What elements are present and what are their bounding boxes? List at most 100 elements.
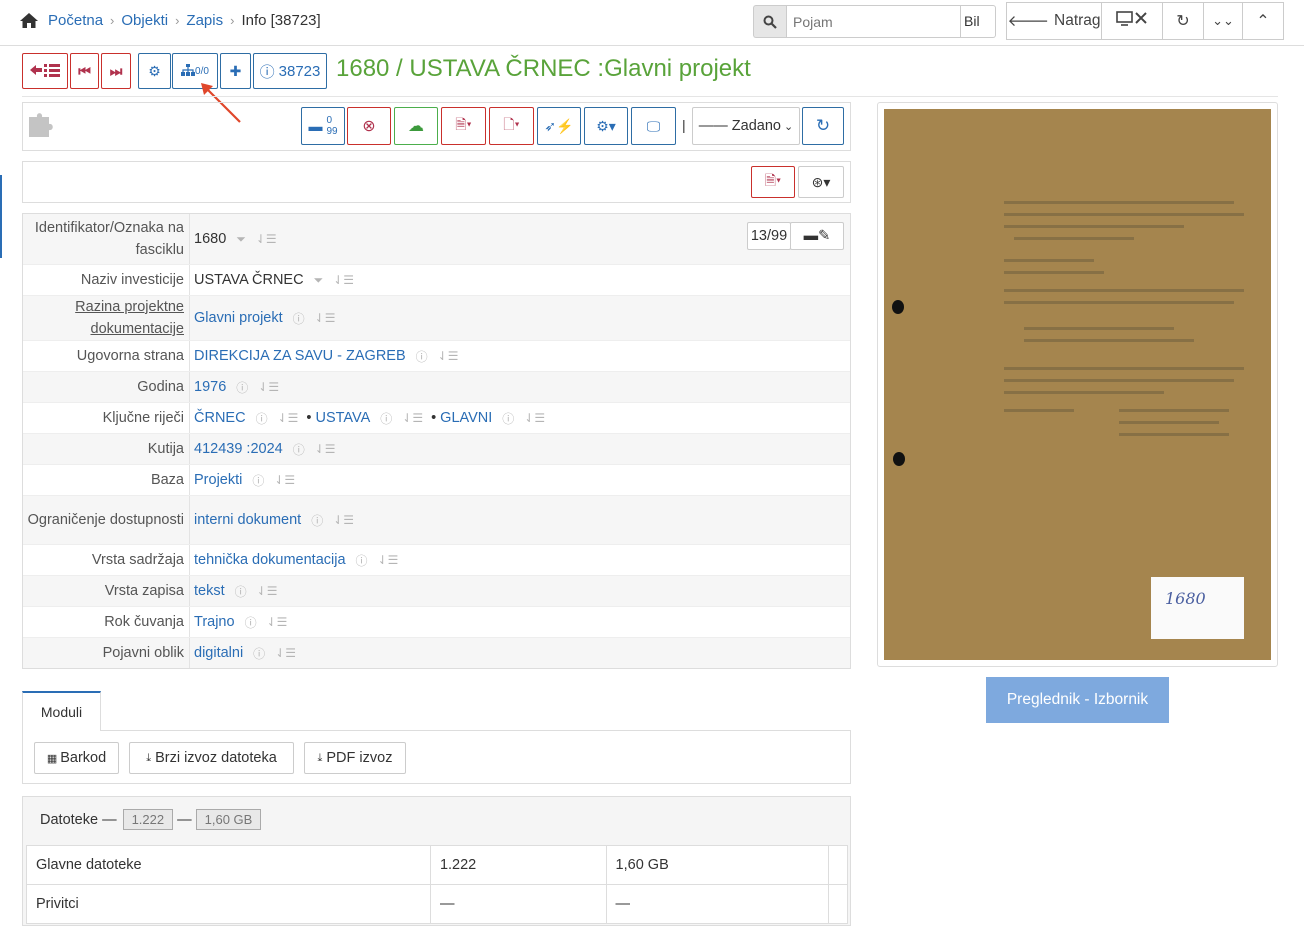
search-scope-select[interactable]: Bil — [961, 5, 996, 38]
rocket-button[interactable]: ➶⚡ — [537, 107, 581, 145]
reload-button[interactable]: ↻ — [802, 107, 844, 145]
field-value-cell: Glavni projekt ⓘ ⇃☰ — [189, 296, 850, 340]
info-icon[interactable]: ⓘ — [245, 614, 257, 631]
field-value: 1680 — [194, 231, 227, 247]
sort-icon[interactable]: ⇃☰ — [378, 553, 399, 567]
field-value[interactable]: digitalni — [194, 645, 243, 661]
fullscreen-button[interactable] — [1101, 2, 1163, 40]
back-button[interactable]: 🡐 Natrag — [1006, 2, 1102, 40]
field-value-cell: ČRNEC ⓘ ⇃☰ • USTAVA ⓘ ⇃☰ • GLAVNI ⓘ ⇃☰ — [189, 403, 850, 433]
breadcrumb-objekti[interactable]: Objekti — [121, 12, 168, 29]
keyword-value[interactable]: GLAVNI — [440, 410, 492, 426]
sort-icon[interactable]: ⇃☰ — [524, 411, 545, 425]
home-icon[interactable] — [19, 12, 39, 29]
quick-export-label: Brzi izvoz datoteka — [155, 750, 277, 766]
sort-icon[interactable]: ⇃☰ — [315, 442, 336, 456]
breadcrumb-zapis[interactable]: Zapis — [186, 12, 223, 29]
viewer-menu-button[interactable]: Preglednik - Izbornik — [986, 677, 1169, 723]
pdf-export-button[interactable]: ⤓ PDF izvoz — [304, 742, 406, 774]
field-value[interactable]: tekst — [194, 583, 225, 599]
field-value[interactable]: 412439 :2024 — [194, 441, 283, 457]
info-icon[interactable]: ⓘ — [236, 379, 248, 396]
info-icon[interactable]: ⓘ — [252, 472, 264, 489]
info-icon[interactable]: ⓘ — [293, 441, 305, 458]
field-value[interactable]: Projekti — [194, 472, 242, 488]
keyword-value[interactable]: USTAVA — [315, 410, 370, 426]
sort-icon[interactable]: ⇃☰ — [275, 646, 296, 660]
back-to-list-button[interactable] — [22, 53, 68, 89]
sort-icon[interactable]: ⇃☰ — [333, 273, 354, 287]
info-icon[interactable]: ⓘ — [253, 645, 265, 662]
document-dropdown-button[interactable]: 🗎▾ — [751, 166, 795, 198]
field-row: Ograničenje dostupnosti interni dokument… — [23, 495, 850, 544]
info-icon[interactable]: ⓘ — [311, 512, 323, 529]
report-dropdown-button[interactable]: 🗎▾ — [441, 107, 486, 145]
display-button[interactable]: 🖵 — [631, 107, 676, 145]
view-select-value: —— Zadano — [698, 118, 781, 134]
filter-icon[interactable]: ⏷ — [236, 232, 246, 247]
info-icon[interactable]: ⓘ — [256, 410, 268, 427]
filter-icon[interactable]: ⏷ — [314, 273, 324, 288]
sort-icon[interactable]: ⇃☰ — [258, 380, 279, 394]
fascicle-badge[interactable]: 13/99 — [747, 222, 791, 250]
pdf-export-label: PDF izvoz — [326, 750, 393, 766]
sort-icon[interactable]: ⇃☰ — [438, 349, 459, 363]
field-value[interactable]: tehnička dokumentacija — [194, 552, 346, 568]
info-icon[interactable]: ⓘ — [416, 348, 428, 365]
aperture-dropdown-button[interactable]: ⊛▾ — [798, 166, 844, 198]
field-value[interactable]: Glavni projekt — [194, 310, 283, 326]
info-icon[interactable]: ⓘ — [356, 552, 368, 569]
sort-icon[interactable]: ⇃☰ — [402, 411, 423, 425]
field-value[interactable]: interni dokument — [194, 512, 301, 528]
archive-count-top: 0 — [326, 115, 332, 126]
scan-text-line — [1024, 339, 1194, 342]
delete-button[interactable]: ⊗ — [347, 107, 391, 145]
field-row: Ugovorna strana DIREKCIJA ZA SAVU - ZAGR… — [23, 340, 850, 371]
sort-icon[interactable]: ⇃☰ — [278, 411, 299, 425]
info-icon[interactable]: ⓘ — [380, 410, 392, 427]
field-value[interactable]: Trajno — [194, 614, 235, 630]
files-label: Datoteke — — [40, 811, 117, 828]
collapse-down-button[interactable]: ⌄⌄ — [1203, 2, 1243, 40]
field-label: Rok čuvanja — [104, 614, 184, 630]
archive-button[interactable]: ▬ 0 99 — [301, 107, 345, 145]
quick-export-button[interactable]: ⤓ Brzi izvoz datoteka — [129, 742, 294, 774]
scanned-page-image[interactable]: 1680 — [884, 109, 1271, 660]
archive-edit-button[interactable]: ▬✎ — [790, 222, 844, 250]
archive-count-bottom: 99 — [326, 126, 338, 137]
gears-icon: ⚙▾ — [596, 117, 616, 134]
scan-text-line — [1024, 327, 1174, 330]
info-icon[interactable]: ⓘ — [235, 583, 247, 600]
scroll-top-button[interactable]: ⌃ — [1242, 2, 1284, 40]
top-bar: Početna › Objekti › Zapis › Info [38723]… — [0, 0, 1304, 46]
info-icon[interactable]: ⓘ — [502, 410, 514, 427]
sort-icon[interactable]: ⇃☰ — [315, 311, 336, 325]
breadcrumb-pocetna[interactable]: Početna — [48, 12, 103, 29]
sort-icon[interactable]: ⇃☰ — [274, 473, 295, 487]
refresh-button[interactable]: ↻ — [1162, 2, 1204, 40]
field-value[interactable]: 1976 — [194, 379, 226, 395]
sort-icon[interactable]: ⇃☰ — [256, 232, 277, 246]
scan-text-line — [1004, 201, 1234, 204]
settings-button[interactable]: ⚙ — [138, 53, 171, 89]
field-value[interactable]: DIREKCIJA ZA SAVU - ZAGREB — [194, 348, 406, 364]
nav-buttons: 🡐 Natrag ↻ ⌄⌄ ⌃ — [1006, 2, 1284, 40]
tab-moduli[interactable]: Moduli — [22, 691, 101, 731]
sort-icon[interactable]: ⇃☰ — [267, 615, 288, 629]
view-select[interactable]: —— Zadano ⌄ — [692, 107, 800, 145]
field-label[interactable]: Razina projektne dokumentacije — [23, 296, 189, 340]
last-record-button[interactable]: ⏭ — [101, 53, 131, 89]
search-input[interactable] — [786, 5, 961, 38]
sort-icon[interactable]: ⇃☰ — [257, 584, 278, 598]
record-id-button[interactable]: ⓘ 38723 — [253, 53, 327, 89]
keyword-value[interactable]: ČRNEC — [194, 410, 246, 426]
upload-button[interactable]: ☁ — [394, 107, 438, 145]
gears-dropdown-button[interactable]: ⚙▾ — [584, 107, 628, 145]
metadata-table: Identifikator/Oznaka na fasciklu 1680 ⏷ … — [22, 213, 851, 669]
search-icon[interactable] — [753, 5, 786, 38]
first-record-button[interactable]: ⏮ — [70, 53, 99, 89]
info-icon[interactable]: ⓘ — [293, 310, 305, 327]
sort-icon[interactable]: ⇃☰ — [333, 513, 354, 527]
barcode-button[interactable]: ▦ Barkod — [34, 742, 119, 774]
file-dropdown-button[interactable]: 🗋▾ — [489, 107, 534, 145]
